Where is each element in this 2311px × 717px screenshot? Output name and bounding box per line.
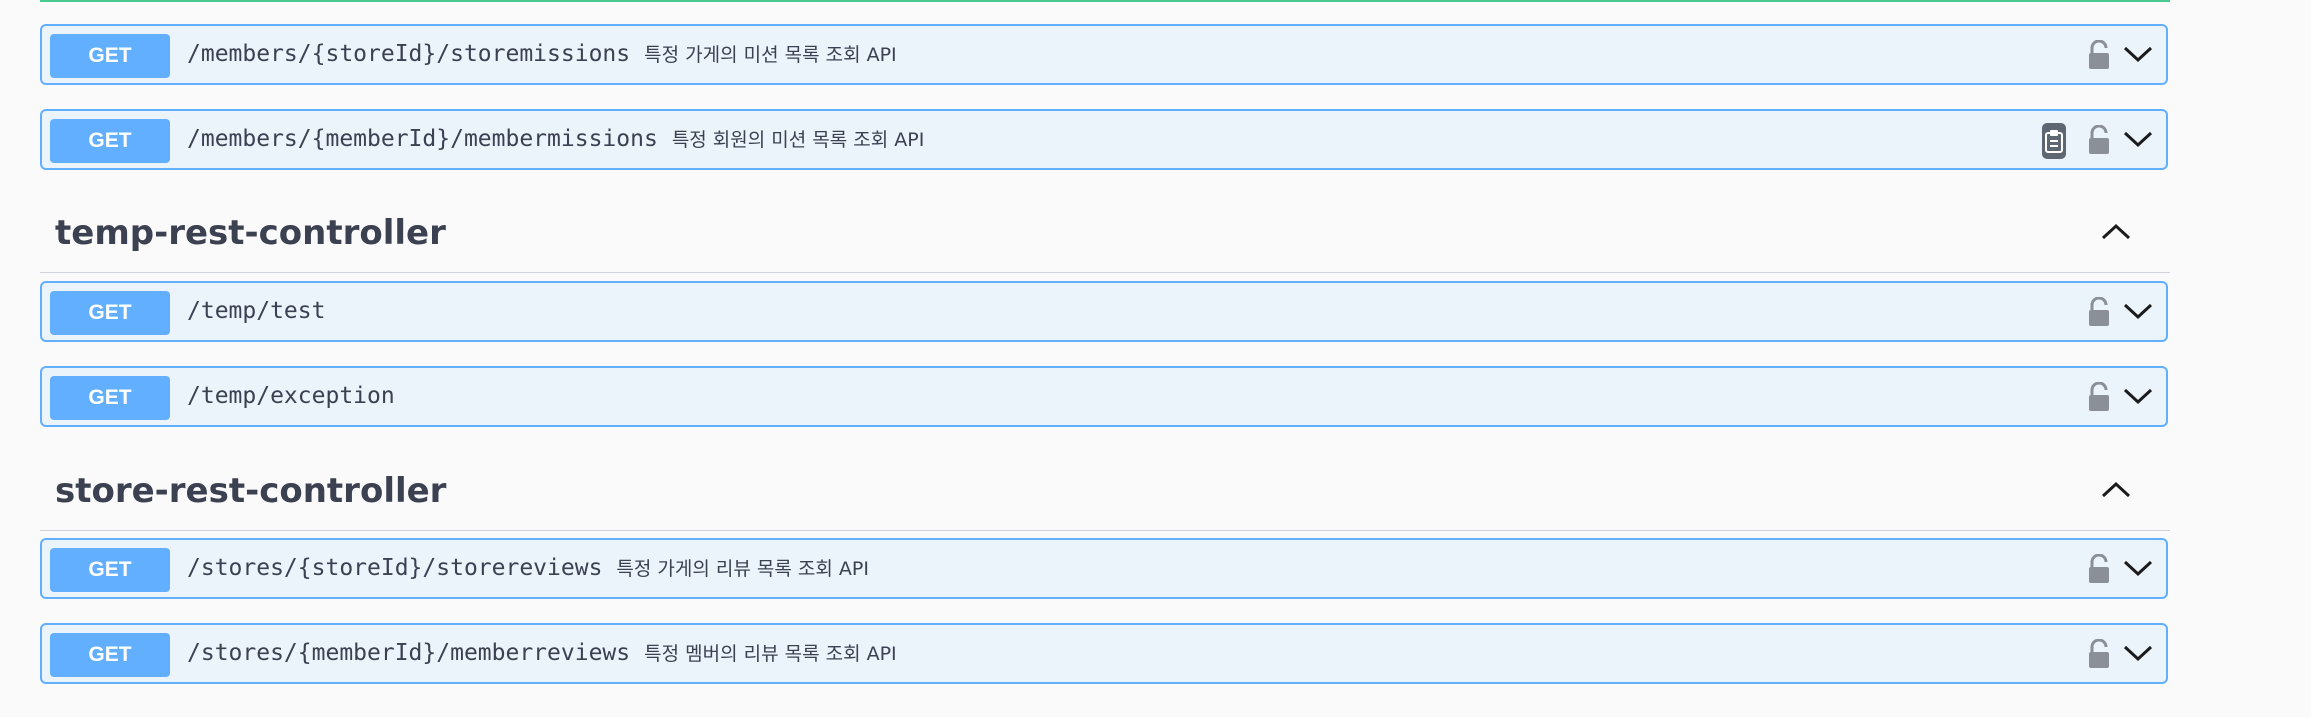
lock-icon[interactable] [2087, 39, 2111, 75]
chevron-up-icon[interactable] [2100, 480, 2132, 505]
chevron-down-icon[interactable] [2122, 44, 2154, 69]
swagger-ui-page: GET /members/{storeId}/storemissions 특정 가… [0, 0, 2311, 717]
endpoint-summary: 특정 회원의 미션 목록 조회 API [671, 129, 925, 151]
endpoint-summary: 특정 가게의 미션 목록 조회 API [644, 44, 897, 66]
endpoint-path: /stores/{storeId}/storereviews 특정 가게의 리뷰 … [187, 540, 869, 597]
lock-icon[interactable] [2087, 381, 2111, 417]
endpoint-path: /temp/exception [187, 368, 409, 425]
opblock-get-storereviews[interactable]: GET /stores/{storeId}/storereviews 특정 가게의… [40, 538, 2168, 599]
endpoint-path-text: /members/{storeId}/storemissions [187, 41, 631, 67]
opblock-get-temp-exception[interactable]: GET /temp/exception [40, 366, 2168, 427]
tag-divider [40, 272, 2170, 273]
opblock-get-membermissions[interactable]: GET /members/{memberId}/membermissions 특정… [40, 109, 2168, 170]
tag-divider [40, 530, 2170, 531]
lock-icon[interactable] [2087, 553, 2111, 589]
endpoint-summary: 특정 가게의 리뷰 목록 조회 API [616, 558, 869, 580]
tag-title-store-rest-controller[interactable]: store-rest-controller [55, 471, 446, 511]
tag-title-temp-rest-controller[interactable]: temp-rest-controller [55, 213, 446, 253]
opblock-get-storemissions[interactable]: GET /members/{storeId}/storemissions 특정 가… [40, 24, 2168, 85]
method-badge: GET [50, 548, 170, 592]
endpoint-path-text: /members/{memberId}/membermissions [187, 126, 658, 152]
endpoint-summary: 특정 멤버의 리뷰 목록 조회 API [644, 643, 897, 665]
method-badge: GET [50, 291, 170, 335]
chevron-down-icon[interactable] [2122, 129, 2154, 154]
clipboard-icon[interactable] [2042, 123, 2066, 159]
chevron-down-icon[interactable] [2122, 643, 2154, 668]
endpoint-path: /members/{storeId}/storemissions 특정 가게의 미… [187, 26, 897, 83]
lock-icon[interactable] [2087, 638, 2111, 674]
method-badge: GET [50, 34, 170, 78]
chevron-up-icon[interactable] [2100, 222, 2132, 247]
chevron-down-icon[interactable] [2122, 558, 2154, 583]
endpoint-path: /members/{memberId}/membermissions 특정 회원의… [187, 111, 924, 168]
opblock-get-memberreviews[interactable]: GET /stores/{memberId}/memberreviews 특정 멤… [40, 623, 2168, 684]
chevron-down-icon[interactable] [2122, 301, 2154, 326]
method-badge: GET [50, 376, 170, 420]
lock-icon[interactable] [2087, 296, 2111, 332]
chevron-down-icon[interactable] [2122, 386, 2154, 411]
opblock-get-temp-test[interactable]: GET /temp/test [40, 281, 2168, 342]
endpoint-path-text: /stores/{storeId}/storereviews [187, 555, 603, 581]
endpoint-path: /stores/{memberId}/memberreviews 특정 멤버의 리… [187, 625, 897, 682]
endpoint-path-text: /stores/{memberId}/memberreviews [187, 640, 631, 666]
endpoint-path-text: /temp/test [187, 298, 326, 324]
method-badge: GET [50, 633, 170, 677]
endpoint-path-text: /temp/exception [187, 383, 395, 409]
method-badge: GET [50, 119, 170, 163]
previous-opblock-edge [40, 0, 2170, 2]
lock-icon[interactable] [2087, 124, 2111, 160]
endpoint-path: /temp/test [187, 283, 339, 340]
